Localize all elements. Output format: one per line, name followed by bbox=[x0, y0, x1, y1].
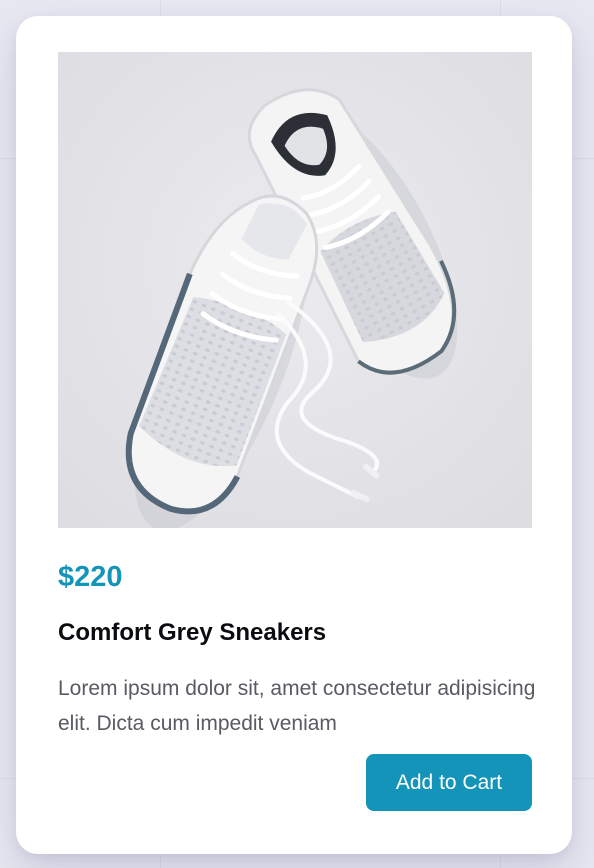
product-description: Lorem ipsum dolor sit, amet consectetur … bbox=[58, 677, 536, 735]
product-title: Comfort Grey Sneakers bbox=[58, 619, 327, 646]
add-to-cart-button[interactable]: Add to Cart bbox=[366, 754, 532, 811]
product-price: $220 bbox=[58, 561, 123, 593]
product-image bbox=[58, 52, 532, 528]
sneakers-image bbox=[58, 52, 532, 528]
product-card: $220 Comfort Grey Sneakers Lorem ipsum d… bbox=[16, 16, 572, 854]
